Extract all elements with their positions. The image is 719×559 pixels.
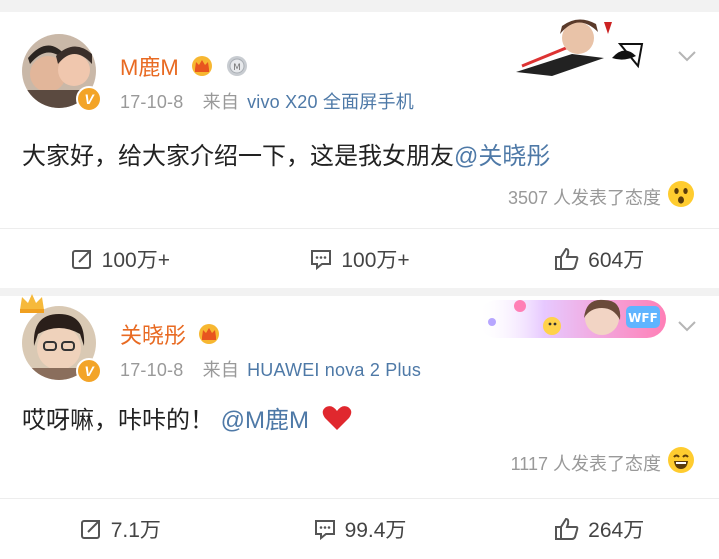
- svg-text:WFF: WFF: [628, 311, 658, 325]
- action-bar-2: 7.1万 99.4万 264万: [0, 498, 719, 559]
- weibo-post-2: V 关晓彤 17-10-8 来自 HUAWEI nova 2 Plus WFF …: [0, 294, 719, 486]
- like-button[interactable]: 264万: [479, 514, 719, 544]
- game-promo-figure-icon: [516, 19, 644, 76]
- repost-count: 100万+: [101, 249, 170, 272]
- author-name-text[interactable]: M鹿M: [120, 55, 179, 80]
- laughing-emoji-icon: [667, 446, 695, 479]
- repost-button[interactable]: 7.1万: [0, 514, 240, 544]
- chevron-down-icon[interactable]: [677, 42, 697, 68]
- source-prefix: 来自: [202, 360, 240, 380]
- svg-text:M: M: [233, 63, 241, 73]
- crown-icon: [196, 323, 222, 351]
- comment-count: 100万+: [341, 249, 410, 272]
- like-count: 264万: [588, 519, 645, 542]
- post-date: 17-10-8: [120, 92, 184, 112]
- comment-button[interactable]: 100万+: [240, 244, 480, 274]
- thumbs-up-icon: [555, 517, 579, 540]
- post-text-body: 大家好，给大家介绍一下，这是我女朋友: [22, 143, 454, 170]
- chevron-down-icon[interactable]: [677, 312, 697, 338]
- medal-icon: M: [225, 54, 249, 84]
- reaction-summary[interactable]: 3507 人发表了态度: [508, 180, 695, 213]
- post-text: 大家好，给大家介绍一下，这是我女朋友@关晓彤: [22, 136, 550, 171]
- reaction-count-text: 1117 人发表了态度: [510, 453, 661, 474]
- top-divider: [0, 0, 719, 12]
- action-bar-1: 100万+ 100万+ 604万: [0, 228, 719, 289]
- like-count: 604万: [588, 249, 645, 272]
- post-source[interactable]: HUAWEI nova 2 Plus: [247, 360, 421, 380]
- comment-icon: [314, 520, 335, 541]
- surprised-emoji-icon: [667, 180, 695, 213]
- reaction-summary[interactable]: 1117 人发表了态度: [511, 446, 695, 479]
- avatar[interactable]: V: [20, 294, 102, 384]
- avatar[interactable]: V: [22, 34, 102, 112]
- repost-button[interactable]: 100万+: [0, 244, 240, 274]
- author-name-text[interactable]: 关晓彤: [120, 323, 186, 348]
- post-text-body: 哎呀嘛，咔咔的！: [22, 407, 214, 434]
- author-name[interactable]: M鹿M M: [120, 50, 249, 84]
- wff-promo-banner[interactable]: WFF: [478, 296, 666, 342]
- post-source[interactable]: vivo X20 全面屏手机: [247, 92, 414, 112]
- verified-badge-icon: V: [76, 86, 102, 112]
- wff-promo-badge-icon: WFF: [478, 299, 666, 338]
- weibo-post-1: V M鹿M M 17-10-8 来自 vivo X20 全面屏手机 大家好，给大家…: [0, 12, 719, 222]
- thumbs-up-icon: [555, 247, 579, 270]
- verified-badge-icon: V: [76, 358, 102, 384]
- post-separator: [0, 288, 719, 296]
- repost-icon: [80, 520, 100, 539]
- mention-link[interactable]: @关晓彤: [454, 143, 550, 170]
- crown-icon: [189, 55, 215, 83]
- comment-button[interactable]: 99.4万: [240, 514, 480, 544]
- repost-icon: [71, 250, 91, 269]
- source-prefix: 来自: [202, 92, 240, 112]
- repost-count: 7.1万: [110, 519, 161, 542]
- author-name[interactable]: 关晓彤: [120, 318, 222, 351]
- post-meta: 17-10-8 来自 HUAWEI nova 2 Plus: [120, 356, 421, 382]
- comment-count: 99.4万: [344, 519, 407, 542]
- post-text: 哎呀嘛，咔咔的！ @M鹿M: [22, 400, 352, 438]
- comment-icon: [311, 250, 332, 271]
- game-promo-banner[interactable]: [512, 14, 652, 82]
- reaction-count-text: 3507 人发表了态度: [507, 187, 661, 208]
- like-button[interactable]: 604万: [479, 244, 719, 274]
- avatar-crown-icon: [18, 292, 46, 319]
- mention-link[interactable]: @M鹿M: [221, 407, 309, 434]
- post-date: 17-10-8: [120, 360, 184, 380]
- red-heart-icon: [322, 405, 352, 438]
- post-meta: 17-10-8 来自 vivo X20 全面屏手机: [120, 88, 414, 114]
